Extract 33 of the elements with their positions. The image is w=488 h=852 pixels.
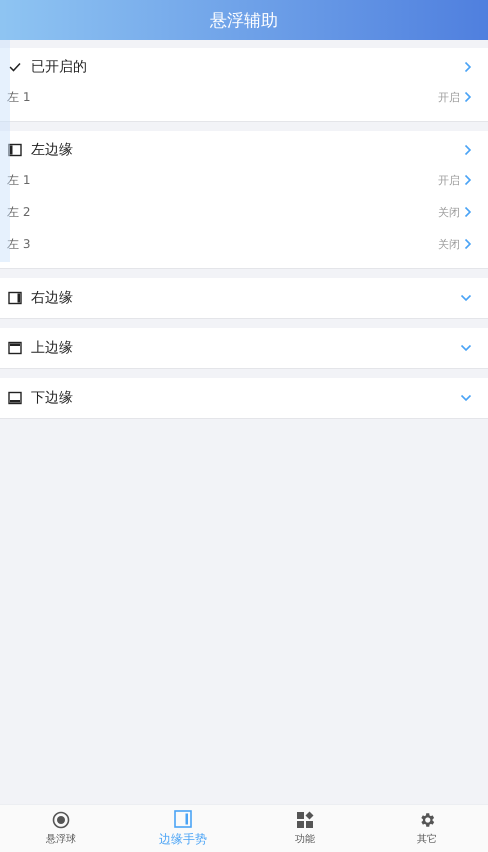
section-header[interactable]: 左边缘: [0, 136, 488, 164]
chevron-right-icon: [464, 174, 472, 186]
chevron-right-icon: [464, 91, 472, 103]
item-status: 开启: [438, 172, 460, 188]
nav-tab[interactable]: 功能: [244, 805, 366, 852]
list-item[interactable]: 左 1 开启: [0, 81, 488, 113]
chevron-right-icon: [464, 206, 472, 218]
right-panel-icon: [174, 810, 192, 828]
list-item[interactable]: 左 2 关闭: [0, 196, 488, 228]
item-label: 左 1: [7, 172, 32, 188]
section-header[interactable]: 已开启的: [0, 53, 488, 81]
list-item[interactable]: 左 1 开启: [0, 164, 488, 196]
item-status: 开启: [438, 90, 460, 104]
section-header[interactable]: 下边缘: [0, 378, 488, 418]
list-item[interactable]: 左 3 关闭: [0, 228, 488, 260]
item-label: 左 2: [7, 204, 32, 220]
left-panel-icon: [8, 143, 22, 157]
nav-tab[interactable]: 悬浮球: [0, 805, 122, 852]
nav-tab[interactable]: 其它: [366, 805, 488, 852]
radio-circle-icon: [52, 811, 70, 829]
section-header[interactable]: 右边缘: [0, 278, 488, 318]
item-status: 关闭: [438, 236, 460, 252]
top-panel-icon: [8, 341, 22, 355]
page-title: 悬浮辅助: [210, 10, 278, 32]
bottom-panel-icon: [8, 391, 22, 405]
item-label: 左 1: [7, 88, 32, 106]
widgets-icon: [296, 811, 314, 829]
right-panel-icon: [8, 291, 22, 305]
chevron-right-icon: [464, 238, 472, 250]
section-header[interactable]: 上边缘: [0, 328, 488, 368]
item-status: 关闭: [438, 204, 460, 220]
check-icon: [8, 60, 22, 74]
item-label: 左 3: [7, 236, 32, 252]
